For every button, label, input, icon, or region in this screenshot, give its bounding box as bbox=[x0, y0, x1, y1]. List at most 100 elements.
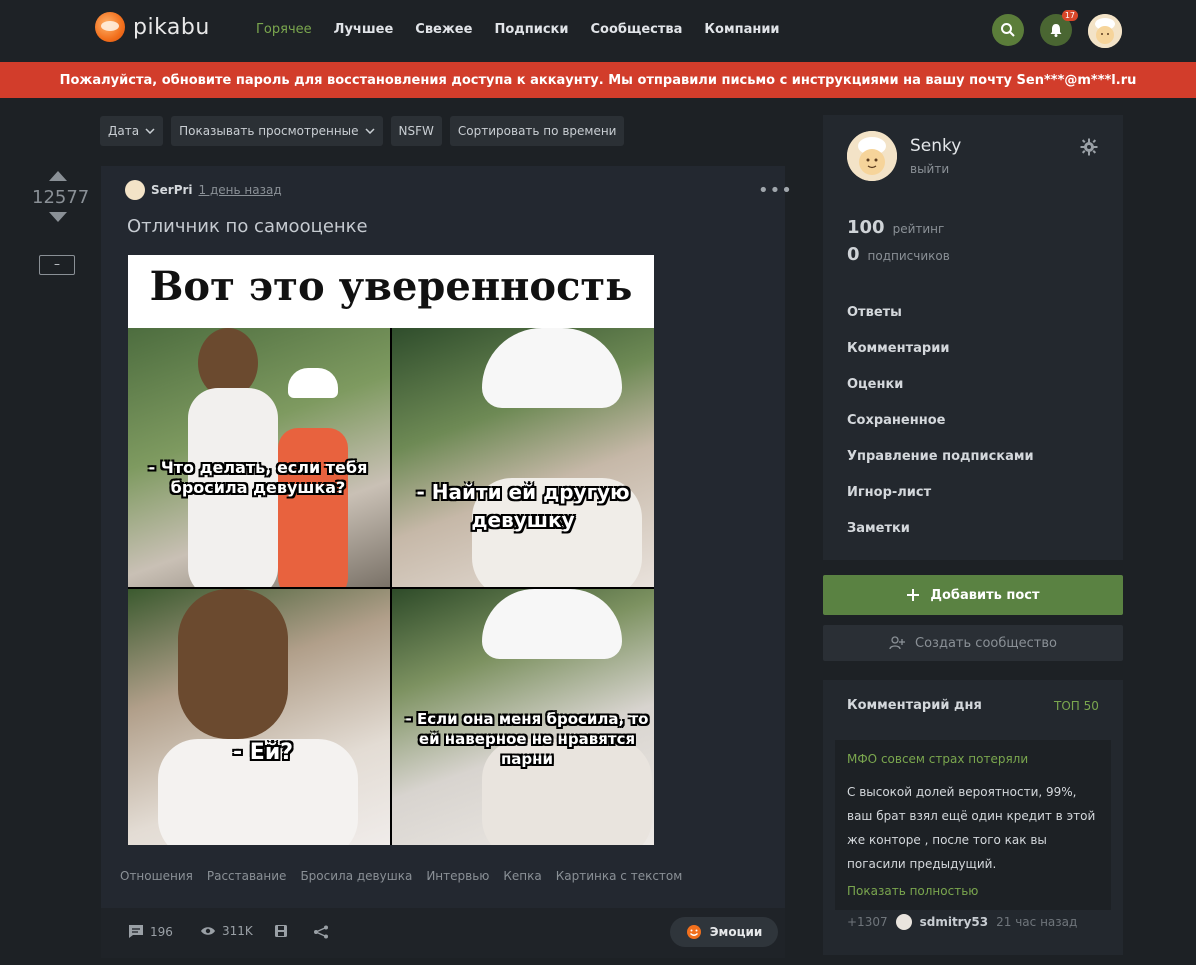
search-icon bbox=[1001, 23, 1015, 37]
nav-communities[interactable]: Сообщества bbox=[586, 20, 686, 39]
date-filter-label: Дата bbox=[108, 124, 140, 138]
comment-of-day-title: Комментарий дня bbox=[847, 698, 982, 713]
comment-post-link[interactable]: МФО совсем страх потеряли bbox=[847, 752, 1028, 766]
show-viewed-label: Показывать просмотренные bbox=[179, 124, 359, 138]
author-name[interactable]: SerPri bbox=[151, 183, 193, 197]
chevron-down-icon bbox=[145, 128, 155, 134]
meme-panel-1: - Что делать, если тебя бросила девушка? bbox=[128, 328, 390, 587]
author-avatar[interactable] bbox=[125, 180, 145, 200]
menu-saved[interactable]: Сохраненное bbox=[847, 413, 1034, 449]
tag-item[interactable]: Картинка с текстом bbox=[556, 869, 683, 883]
create-community-button[interactable]: Создать сообщество bbox=[823, 625, 1123, 661]
tag-item[interactable]: Бросила девушка bbox=[300, 869, 412, 883]
post-author: SerPri 1 день назад bbox=[125, 180, 282, 200]
views-count: 311K bbox=[200, 924, 253, 938]
notifications-button[interactable]: 17 bbox=[1040, 10, 1078, 46]
comment-icon bbox=[129, 925, 143, 938]
emotions-button[interactable]: Эмоции bbox=[670, 917, 778, 947]
rating-stat[interactable]: 100 рейтинг bbox=[847, 217, 950, 238]
nav-hot[interactable]: Горячее bbox=[252, 20, 316, 39]
meme-panel-2: - Найти ей другую девушку bbox=[392, 328, 654, 587]
site-logo[interactable]: pikabu bbox=[95, 12, 210, 42]
profile-stats: 100 рейтинг 0 подписчиков bbox=[847, 217, 950, 271]
tag-item[interactable]: Отношения bbox=[120, 869, 193, 883]
menu-ratings[interactable]: Оценки bbox=[847, 377, 1034, 413]
save-icon bbox=[275, 925, 287, 937]
share-button[interactable] bbox=[313, 925, 329, 939]
add-post-label: Добавить пост bbox=[930, 587, 1040, 603]
add-post-button[interactable]: Добавить пост bbox=[823, 575, 1123, 615]
banner-text: Пожалуйста, обновите пароль для восстано… bbox=[59, 72, 1137, 88]
menu-comments[interactable]: Комментарии bbox=[847, 341, 1034, 377]
tag-item[interactable]: Расставание bbox=[207, 869, 287, 883]
commenter-avatar[interactable] bbox=[895, 914, 912, 930]
nav-subscriptions[interactable]: Подписки bbox=[490, 20, 572, 39]
date-filter[interactable]: Дата bbox=[100, 116, 164, 146]
show-viewed-filter[interactable]: Показывать просмотренные bbox=[171, 116, 383, 146]
nav-fresh[interactable]: Свежее bbox=[411, 20, 476, 39]
meme-panel-4: - Если она меня бросила, то ей наверное … bbox=[392, 589, 654, 845]
post-time[interactable]: 1 день назад bbox=[199, 183, 282, 197]
cap-shape bbox=[482, 589, 622, 659]
cap-shape bbox=[482, 328, 622, 408]
pikabu-logo-icon bbox=[95, 12, 125, 42]
post-tags: Отношения Расставание Бросила девушка Ин… bbox=[120, 869, 682, 883]
downvote-icon[interactable] bbox=[49, 212, 67, 222]
comments-count[interactable]: 196 bbox=[128, 924, 173, 939]
show-more-link[interactable]: Показать полностью bbox=[847, 884, 978, 898]
cap-shape bbox=[288, 368, 338, 398]
tag-item[interactable]: Интервью bbox=[426, 869, 489, 883]
create-community-label: Создать сообщество bbox=[915, 635, 1057, 651]
meme-header: Вот это уверенность bbox=[128, 255, 654, 328]
menu-notes[interactable]: Заметки bbox=[847, 521, 1034, 557]
commenter-name[interactable]: sdmitry53 bbox=[920, 915, 989, 929]
menu-manage-subscriptions[interactable]: Управление подписками bbox=[847, 449, 1034, 485]
gear-icon bbox=[1080, 138, 1098, 156]
emotions-label: Эмоции bbox=[709, 925, 763, 939]
nav-best[interactable]: Лучшее bbox=[330, 20, 398, 39]
comment-meta: +1307 sdmitry53 21 час назад bbox=[847, 914, 1077, 930]
rating-label: рейтинг bbox=[892, 222, 945, 236]
comment-time: 21 час назад bbox=[996, 915, 1078, 929]
upvote-icon[interactable] bbox=[49, 171, 67, 181]
user-avatar[interactable] bbox=[1088, 14, 1122, 48]
more-options-icon[interactable]: ••• bbox=[758, 180, 793, 201]
views-value: 311K bbox=[222, 924, 253, 938]
comment-text: С высокой долей вероятности, 99%, ваш бр… bbox=[847, 785, 1096, 871]
main-nav: Горячее Лучшее Свежее Подписки Сообществ… bbox=[252, 20, 798, 39]
menu-answers[interactable]: Ответы bbox=[847, 305, 1034, 341]
bell-icon bbox=[1050, 24, 1062, 37]
sort-filter[interactable]: Сортировать по времени bbox=[449, 116, 625, 146]
tag-item[interactable]: Кепка bbox=[503, 869, 541, 883]
meme-panel-3: - Ей? bbox=[128, 589, 390, 845]
save-button[interactable] bbox=[274, 924, 288, 938]
collapse-post-button[interactable]: – bbox=[39, 255, 75, 275]
caption-1: - Что делать, если тебя бросила девушка? bbox=[148, 458, 368, 497]
profile-avatar[interactable] bbox=[847, 131, 897, 181]
comment-rating: +1307 bbox=[847, 915, 888, 929]
plus-icon bbox=[907, 589, 920, 601]
share-icon bbox=[314, 925, 328, 939]
emoji-icon bbox=[686, 925, 701, 939]
profile-menu: Ответы Комментарии Оценки Сохраненное Уп… bbox=[847, 305, 1034, 557]
top-50-link[interactable]: ТОП 50 bbox=[1054, 699, 1099, 713]
caption-4: - Если она меня бросила, то ей наверное … bbox=[405, 710, 649, 768]
add-user-icon bbox=[889, 636, 906, 650]
post-image[interactable]: Вот это уверенность - Что делать, если т… bbox=[128, 255, 654, 845]
post-title[interactable]: Отличник по самооценке bbox=[127, 216, 368, 237]
nav-companies[interactable]: Компании bbox=[700, 20, 783, 39]
subscribers-value: 0 bbox=[847, 244, 860, 265]
nsfw-filter[interactable]: NSFW bbox=[390, 116, 442, 146]
logout-link[interactable]: выйти bbox=[910, 162, 949, 176]
avatar-illustration bbox=[1088, 14, 1122, 48]
menu-ignore-list[interactable]: Игнор-лист bbox=[847, 485, 1034, 521]
profile-name[interactable]: Senky bbox=[910, 136, 961, 156]
search-button[interactable] bbox=[992, 14, 1024, 46]
subscribers-stat[interactable]: 0 подписчиков bbox=[847, 244, 950, 265]
subscribers-label: подписчиков bbox=[867, 249, 950, 263]
nsfw-label: NSFW bbox=[398, 124, 434, 138]
settings-button[interactable] bbox=[1080, 138, 1098, 160]
notification-badge: 17 bbox=[1061, 10, 1078, 21]
rating-value: 100 bbox=[847, 217, 885, 238]
chevron-down-icon bbox=[365, 128, 375, 134]
